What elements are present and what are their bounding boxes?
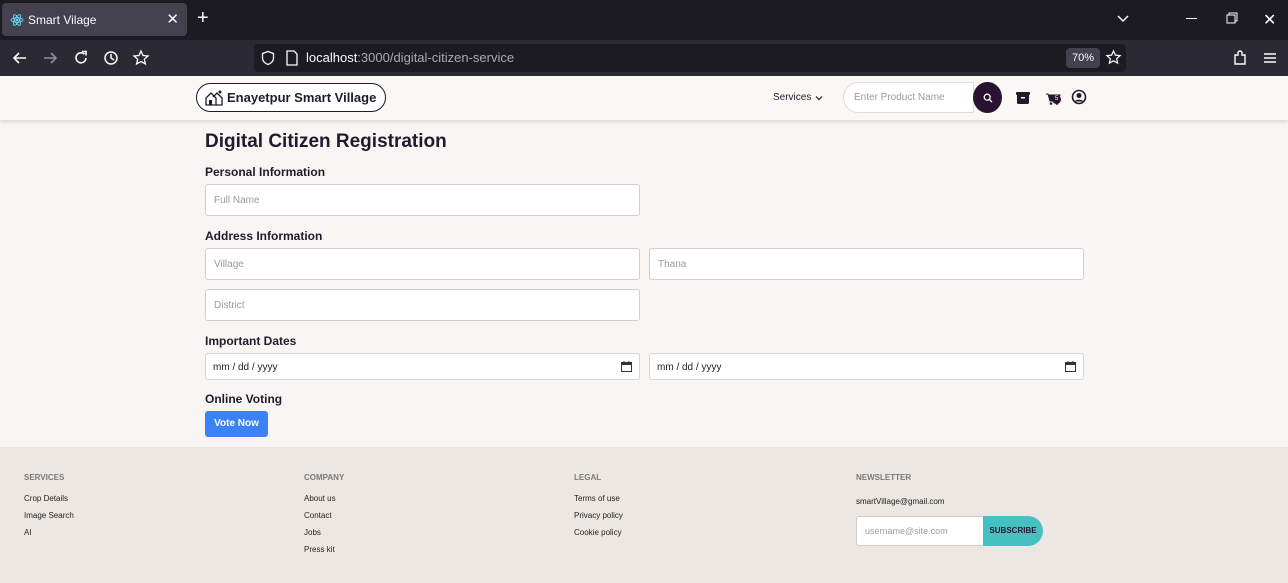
footer-legal-heading: LEGAL [574,473,602,482]
footer-services-column: SERVICES Crop Details Image Search AI [24,473,74,545]
site-footer: SERVICES Crop Details Image Search AI CO… [0,447,1288,583]
footer-company-column: COMPANY About us Contact Jobs Press kit [304,473,344,562]
calendar-icon[interactable] [621,361,632,372]
footer-legal-column: LEGAL Terms of use Privacy policy Cookie… [574,473,623,545]
village-input[interactable] [205,248,640,280]
tab-title: Smart Vilage [28,13,97,27]
new-tab-icon[interactable]: + [197,7,209,29]
user-profile-icon[interactable] [1071,89,1087,105]
subscribe-button[interactable]: SUBSCRIBE [983,516,1043,546]
vote-now-button[interactable]: Vote Now [205,411,268,437]
footer-link-privacy[interactable]: Privacy policy [574,511,623,520]
village-logo-icon [205,90,223,106]
history-icon[interactable] [102,49,120,67]
tab-list-chevron-icon[interactable] [1115,11,1131,27]
reload-icon[interactable] [72,49,90,67]
search-icon [983,93,992,102]
district-input[interactable] [205,289,640,321]
footer-services-heading: SERVICES [24,473,65,482]
browser-tab-bar: Smart Vilage ✕ + ✕ [0,0,1288,40]
brand-logo-link[interactable]: Enayetpur Smart Village [196,83,387,112]
save-to-pocket-icon[interactable] [132,49,150,67]
shop-box-icon[interactable] [1015,90,1031,106]
thana-input[interactable] [649,248,1084,280]
newsletter-email-input[interactable] [856,516,984,546]
chevron-down-icon [815,95,823,100]
url-text: localhost:3000/digital-citizen-service [306,50,514,65]
restore-icon[interactable] [1226,12,1238,24]
footer-link-ai[interactable]: AI [24,528,74,537]
full-name-input[interactable] [205,184,640,216]
extensions-icon[interactable] [1231,49,1249,67]
footer-newsletter-column: NEWSLETTER smartVillage@gmail.com [856,473,944,506]
calendar-icon[interactable] [1065,361,1076,372]
footer-link-about-us[interactable]: About us [304,494,344,503]
date-input-1[interactable]: mm / dd / yyyy [205,353,640,380]
services-dropdown[interactable]: Services [773,92,823,103]
footer-link-jobs[interactable]: Jobs [304,528,344,537]
date-input-1-value: mm / dd / yyyy [213,362,278,373]
online-voting-heading: Online Voting [205,392,283,406]
back-arrow-icon[interactable] [11,49,29,67]
window-close-icon[interactable]: ✕ [1263,10,1276,30]
footer-link-terms[interactable]: Terms of use [574,494,623,503]
address-bar[interactable]: localhost:3000/digital-citizen-service 7… [254,44,1126,72]
product-search-input[interactable] [843,82,974,113]
address-info-heading: Address Information [205,229,323,243]
footer-link-contact[interactable]: Contact [304,511,344,520]
footer-link-cookie[interactable]: Cookie policy [574,528,623,537]
forward-arrow-icon[interactable] [41,49,59,67]
page-title: Digital Citizen Registration [205,131,447,152]
search-button[interactable] [973,82,1002,113]
footer-company-heading: COMPANY [304,473,345,482]
menu-hamburger-icon[interactable] [1261,49,1279,67]
brand-name: Enayetpur Smart Village [227,90,377,105]
react-icon [10,14,24,26]
url-path: :3000/digital-citizen-service [357,50,515,65]
footer-newsletter-heading: NEWSLETTER [856,473,912,482]
personal-info-heading: Personal Information [205,165,326,179]
date-input-2-value: mm / dd / yyyy [657,362,722,373]
services-label: Services [773,92,812,103]
minimize-icon[interactable] [1186,18,1197,19]
site-header: Enayetpur Smart Village Services 5 [0,76,1288,120]
footer-link-crop-details[interactable]: Crop Details [24,494,74,503]
tab-close-icon[interactable]: ✕ [166,10,179,28]
cart-count-badge: 5 [1052,95,1061,104]
bookmark-star-icon[interactable] [1105,49,1122,66]
page-info-icon[interactable] [285,50,299,66]
footer-link-image-search[interactable]: Image Search [24,511,74,520]
url-host: localhost [306,50,358,65]
browser-navigation-bar: localhost:3000/digital-citizen-service 7… [0,40,1288,76]
newsletter-contact-email: smartVillage@gmail.com [856,497,945,506]
important-dates-heading: Important Dates [205,334,297,348]
zoom-level-badge[interactable]: 70% [1066,48,1101,68]
date-input-2[interactable]: mm / dd / yyyy [649,353,1084,380]
tracking-shield-icon[interactable] [260,50,276,66]
footer-link-press-kit[interactable]: Press kit [304,545,344,554]
browser-tab[interactable]: Smart Vilage ✕ [2,3,187,36]
